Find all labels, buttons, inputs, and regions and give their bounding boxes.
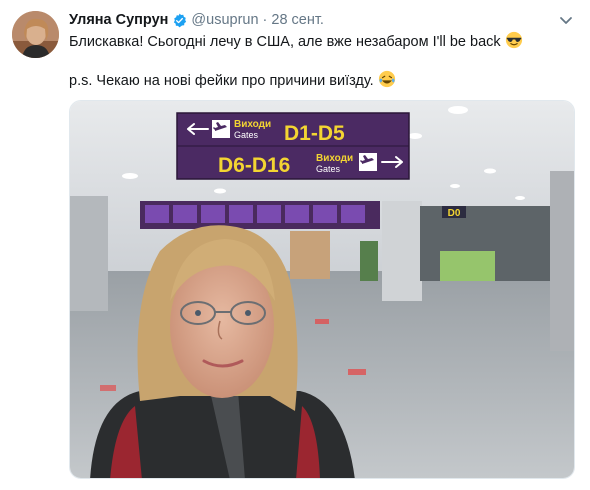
- tweet-text-line2: p.s. Чекаю на нові фейки про причини виї…: [69, 70, 396, 92]
- verified-badge-icon: [172, 13, 187, 28]
- tweet-card: Уляна Супрун @usuprun · 28 сент. Блискав…: [0, 0, 590, 490]
- tweet-date[interactable]: 28 сент.: [271, 12, 324, 28]
- chevron-down-icon[interactable]: [558, 12, 574, 28]
- separator-dot: ·: [262, 12, 268, 28]
- author-handle[interactable]: @usuprun: [191, 12, 258, 28]
- author-name[interactable]: Уляна Супрун: [69, 12, 168, 28]
- laughing-tears-emoji-icon: [378, 70, 396, 92]
- sign-top-word2: Gates: [234, 130, 259, 140]
- far-gate-sign: D0: [448, 208, 461, 219]
- tweet-text-line1: Блискавка! Сьогодні лечу в США, але вже …: [69, 31, 523, 53]
- sign-top-gates: D1-D5: [284, 122, 345, 145]
- sign-bottom-gates: D6-D16: [218, 154, 290, 177]
- avatar[interactable]: [12, 11, 59, 58]
- sign-bottom-word2: Gates: [316, 164, 341, 174]
- tweet-text-line1-content: Блискавка! Сьогодні лечу в США, але вже …: [69, 33, 501, 50]
- airport-selfie-image: D0 Виходи Gates D1-D5 D6-D16 Виходи Gate…: [70, 101, 574, 478]
- tweet-header: Уляна Супрун @usuprun · 28 сент.: [69, 10, 324, 30]
- tweet-photo[interactable]: D0 Виходи Gates D1-D5 D6-D16 Виходи Gate…: [69, 100, 575, 479]
- sign-bottom-word1: Виходи: [316, 153, 353, 164]
- sign-top-word1: Виходи: [234, 119, 271, 130]
- sunglasses-emoji-icon: [505, 31, 523, 53]
- tweet-text-line2-content: p.s. Чекаю на нові фейки про причини виї…: [69, 72, 374, 89]
